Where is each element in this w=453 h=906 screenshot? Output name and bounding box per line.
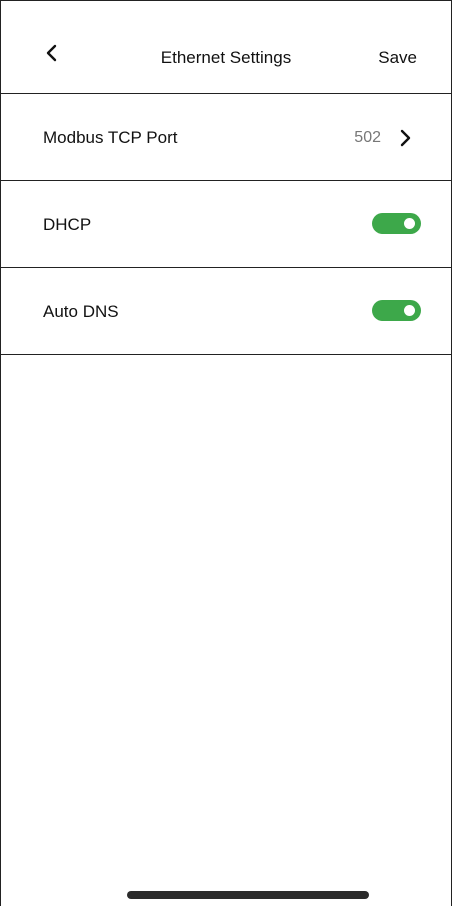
modbus-tcp-port-value: 502 (354, 129, 381, 146)
header-bar: Ethernet Settings Save (1, 1, 451, 94)
modbus-tcp-port-label: Modbus TCP Port (43, 128, 178, 147)
dhcp-label: DHCP (43, 215, 92, 234)
ethernet-settings-screen: Ethernet Settings Save Modbus TCP Port 5… (0, 0, 452, 906)
save-button[interactable]: Save (378, 48, 417, 68)
auto-dns-row: Auto DNS (1, 268, 451, 355)
auto-dns-toggle-knob (404, 305, 415, 316)
auto-dns-toggle[interactable] (372, 300, 421, 321)
modbus-tcp-port-row[interactable]: Modbus TCP Port 502 (1, 94, 451, 181)
back-button[interactable] (39, 43, 63, 67)
auto-dns-label: Auto DNS (43, 302, 119, 321)
chevron-right-icon (395, 127, 415, 149)
home-indicator (127, 891, 369, 899)
dhcp-row: DHCP (1, 181, 451, 268)
chevron-left-icon (45, 44, 57, 67)
dhcp-toggle-knob (404, 218, 415, 229)
dhcp-toggle[interactable] (372, 213, 421, 234)
